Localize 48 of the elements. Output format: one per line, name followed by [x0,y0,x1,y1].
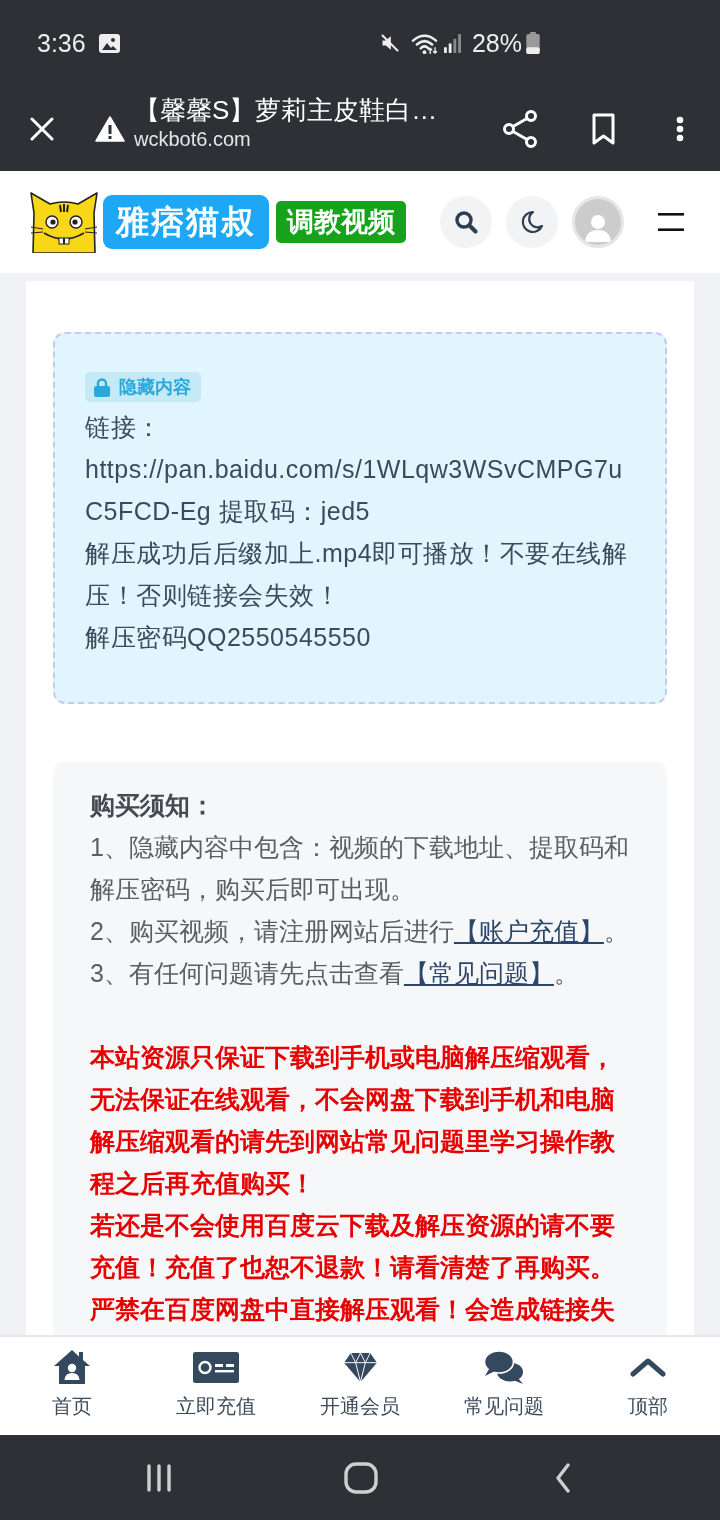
home-square-icon[interactable] [344,1461,378,1494]
warning-icon[interactable] [95,115,125,142]
lock-icon [94,377,110,397]
notice-title: 购买须知： [90,790,216,821]
image-icon [98,33,120,53]
nav-item[interactable]: 顶部 [576,1337,720,1435]
share-icon[interactable] [503,109,537,148]
notice-item: 1、隐藏内容中包含：视频的下载地址、提取码和解压密码，购买后即可出现。 [90,832,630,905]
nav-item[interactable]: 首页 [0,1337,144,1435]
chevron-up-icon [630,1357,666,1377]
search-icon [454,210,478,234]
chat-bubbles-icon [484,1350,524,1384]
hidden-content-text: https://pan.baidu.com/s/1WLqw3WSvCMPG7uC5FCD-Eg 提取码：jed5 [85,454,624,527]
battery-icon [526,32,540,54]
notice-item: 2、购买视频，请注册网站后进行【账户充值】。 [90,916,630,947]
close-icon[interactable] [30,116,54,141]
mute-icon [379,33,400,53]
status-time: 3:36 [37,28,86,58]
hidden-content-text: 链接： [85,412,163,443]
back-icon[interactable] [555,1462,571,1493]
notice-item: 3、有任何问题请先点击查看【常见问题】。 [90,958,580,989]
diamond-icon [342,1351,378,1383]
inline-link[interactable]: 【常见问题】 [403,959,554,987]
recent-apps-icon[interactable] [146,1463,172,1492]
dark-mode-button[interactable] [506,196,558,248]
hidden-content-text: 解压成功后后缀加上.mp4即可播放！不要在线解压！否则链接会失效！ [85,538,629,611]
warning-text: 严禁在百度网盘中直接解压观看！会造成链接失 [90,1294,616,1325]
home-icon [53,1349,91,1385]
hidden-content-label: 隐藏内容 [119,376,191,399]
moon-icon [520,210,544,234]
more-icon[interactable] [675,115,685,142]
nav-item[interactable]: 立即充值 [144,1337,288,1435]
search-button[interactable] [440,196,492,248]
warning-text: 若还是不会使用百度云下载及解压资源的请不要充值！充值了也恕不退款！请看清楚了再购买。 [90,1210,616,1283]
banknote-icon [193,1351,239,1383]
hidden-content-text: 解压密码QQ2550545550 [85,622,372,653]
signal-icon [443,33,461,53]
page-title: 【馨馨S】萝莉主皮鞋白… [134,93,439,126]
warning-text: 本站资源只保证下载到手机或电脑解压缩观看，无法保证在线观看，不会网盘下载到手机和电脑解压缩观看的请先到网站常见问题里学习操作教程之后再充值购买！ [90,1042,616,1199]
cat-face-icon[interactable] [28,191,100,253]
page-url: wckbot6.com [134,126,252,152]
battery-percent: 28% [471,28,522,58]
bookmark-icon[interactable] [592,112,615,145]
nav-item[interactable]: 开通会员 [288,1337,432,1435]
inline-link[interactable]: 【账户充值】 [453,917,604,945]
user-silhouette-icon [583,212,613,242]
menu-icon[interactable] [658,213,684,231]
nav-item[interactable]: 常见问题 [432,1337,576,1435]
